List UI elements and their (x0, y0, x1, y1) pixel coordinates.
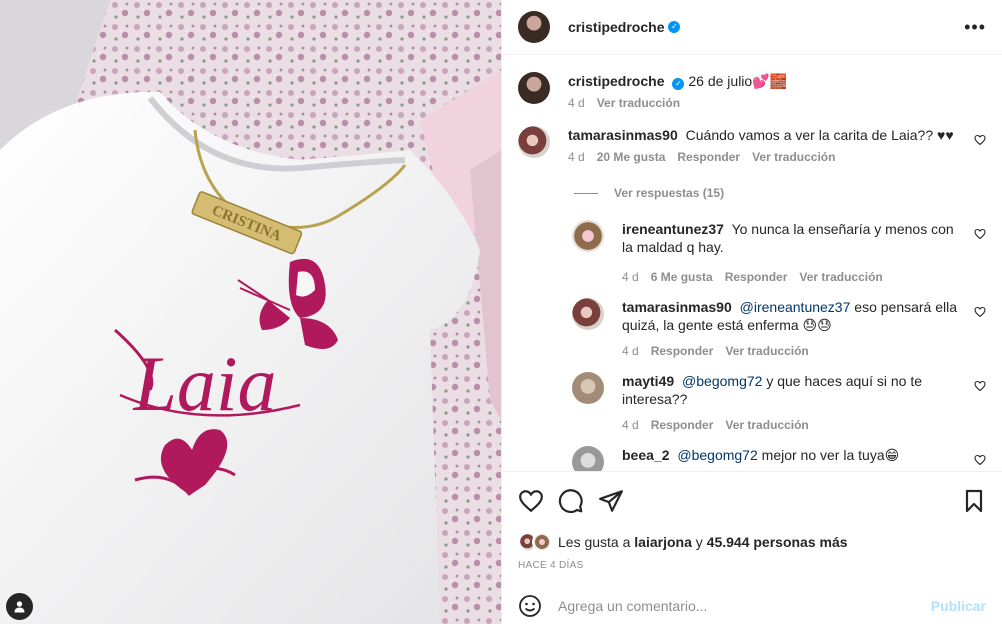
liker-avatars (518, 532, 552, 552)
mention-link[interactable]: @ireneantunez37 (740, 299, 851, 315)
comment-username[interactable]: mayti49 (622, 373, 674, 389)
like-comment-heart-icon[interactable] (974, 306, 986, 318)
comment-item: tamarasinmas90 Cuándo vamos a ver la car… (518, 126, 986, 164)
commenter-avatar[interactable] (572, 372, 604, 404)
commenter-avatar[interactable] (572, 298, 604, 330)
translate-link[interactable]: Ver traducción (725, 418, 808, 432)
comment-age[interactable]: 4 d (622, 344, 639, 358)
like-comment-heart-icon[interactable] (974, 454, 986, 466)
caption-username[interactable]: cristipedroche (568, 73, 664, 89)
comment-bubble-icon[interactable] (558, 488, 584, 514)
likes-prefix: Les gusta a (558, 534, 631, 550)
post-modal: CRISTINA Laia cristipedroche ✓ ••• crist… (0, 0, 1002, 624)
reply-item: tamarasinmas90 @ireneantunez37 eso pensa… (572, 298, 986, 358)
likes-joiner: y (695, 534, 703, 550)
bodysuit-photo: CRISTINA Laia (0, 0, 501, 624)
mention-link[interactable]: @begomg72 (682, 373, 762, 389)
commenter-avatar[interactable] (572, 446, 604, 471)
commenter-avatar[interactable] (572, 220, 604, 252)
reply-button[interactable]: Responder (651, 344, 714, 358)
post-side-panel: cristipedroche ✓ ••• cristipedroche ✓ 26 … (501, 0, 1002, 624)
post-image[interactable]: CRISTINA Laia (0, 0, 501, 624)
comment-likes[interactable]: 20 Me gusta (597, 150, 666, 164)
caption-avatar[interactable] (518, 72, 550, 104)
comment-username[interactable]: tamarasinmas90 (568, 127, 678, 143)
reply-button[interactable]: Responder (725, 270, 788, 284)
like-heart-icon[interactable] (518, 488, 544, 514)
like-comment-heart-icon[interactable] (974, 134, 986, 146)
author-avatar[interactable] (518, 11, 550, 43)
verified-badge-icon: ✓ (672, 78, 685, 90)
comment-username[interactable]: ireneantunez37 (622, 221, 724, 237)
likes-count[interactable]: 45.944 personas más (707, 534, 848, 550)
tagged-users-button[interactable] (6, 593, 33, 620)
like-comment-heart-icon[interactable] (974, 228, 986, 240)
commenter-avatar[interactable] (518, 126, 550, 158)
translate-link[interactable]: Ver traducción (597, 96, 680, 110)
save-bookmark-icon[interactable] (962, 488, 986, 514)
reply-button[interactable]: Responder (651, 418, 714, 432)
translate-link[interactable]: Ver traducción (799, 270, 882, 284)
comment-age[interactable]: 4 d (622, 418, 639, 432)
post-actions: Les gusta a laiarjona y 45.944 personas … (502, 471, 1002, 571)
liker-username[interactable]: laiarjona (634, 534, 692, 550)
reply-item: beea_2 @begomg72 mejor no ver la tuya😁 (572, 446, 986, 471)
share-send-icon[interactable] (598, 488, 624, 514)
likes-summary[interactable]: Les gusta a laiarjona y 45.944 personas … (518, 532, 986, 552)
liker-avatar (532, 532, 552, 552)
mention-link[interactable]: @begomg72 (677, 447, 757, 463)
reply-item: mayti49 @begomg72 y que haces aquí si no… (572, 372, 986, 432)
view-replies-label: Ver respuestas (15) (614, 186, 725, 200)
translate-link[interactable]: Ver traducción (752, 150, 835, 164)
reply-item: ireneantunez37 Yo nunca la enseñaría y m… (572, 220, 986, 284)
comment-input[interactable] (558, 598, 931, 614)
author-username[interactable]: cristipedroche (568, 19, 664, 35)
verified-badge-icon: ✓ (668, 21, 681, 33)
translate-link[interactable]: Ver traducción (725, 344, 808, 358)
action-icons (518, 488, 986, 514)
publish-button[interactable]: Publicar (931, 598, 986, 614)
comment-username[interactable]: beea_2 (622, 447, 669, 463)
add-comment-bar: Publicar (502, 588, 1002, 624)
reply-button[interactable]: Responder (677, 150, 740, 164)
comment-age[interactable]: 4 d (568, 150, 585, 164)
comment-username[interactable]: tamarasinmas90 (622, 299, 732, 315)
user-icon (14, 601, 25, 613)
post-timestamp[interactable]: HACE 4 DÍAS (518, 560, 986, 571)
comment-age[interactable]: 4 d (622, 270, 639, 284)
caption-age[interactable]: 4 d (568, 96, 585, 110)
comment-text: mejor no ver la tuya😁 (761, 447, 900, 463)
post-header: cristipedroche ✓ ••• (502, 0, 1002, 55)
post-caption: cristipedroche ✓ 26 de julio💕🧱 4 d Ver tr… (518, 56, 986, 110)
comments-list[interactable]: cristipedroche ✓ 26 de julio💕🧱 4 d Ver tr… (502, 56, 1002, 471)
emoji-icon[interactable] (518, 594, 542, 618)
divider-line (574, 192, 598, 194)
comment-text: Cuándo vamos a ver la carita de Laia?? ♥… (685, 127, 954, 143)
like-comment-heart-icon[interactable] (974, 380, 986, 392)
more-options-icon[interactable]: ••• (964, 18, 986, 36)
view-replies-button[interactable]: Ver respuestas (15) (574, 186, 986, 200)
comment-likes[interactable]: 6 Me gusta (651, 270, 713, 284)
caption-text: 26 de julio💕🧱 (688, 73, 788, 89)
